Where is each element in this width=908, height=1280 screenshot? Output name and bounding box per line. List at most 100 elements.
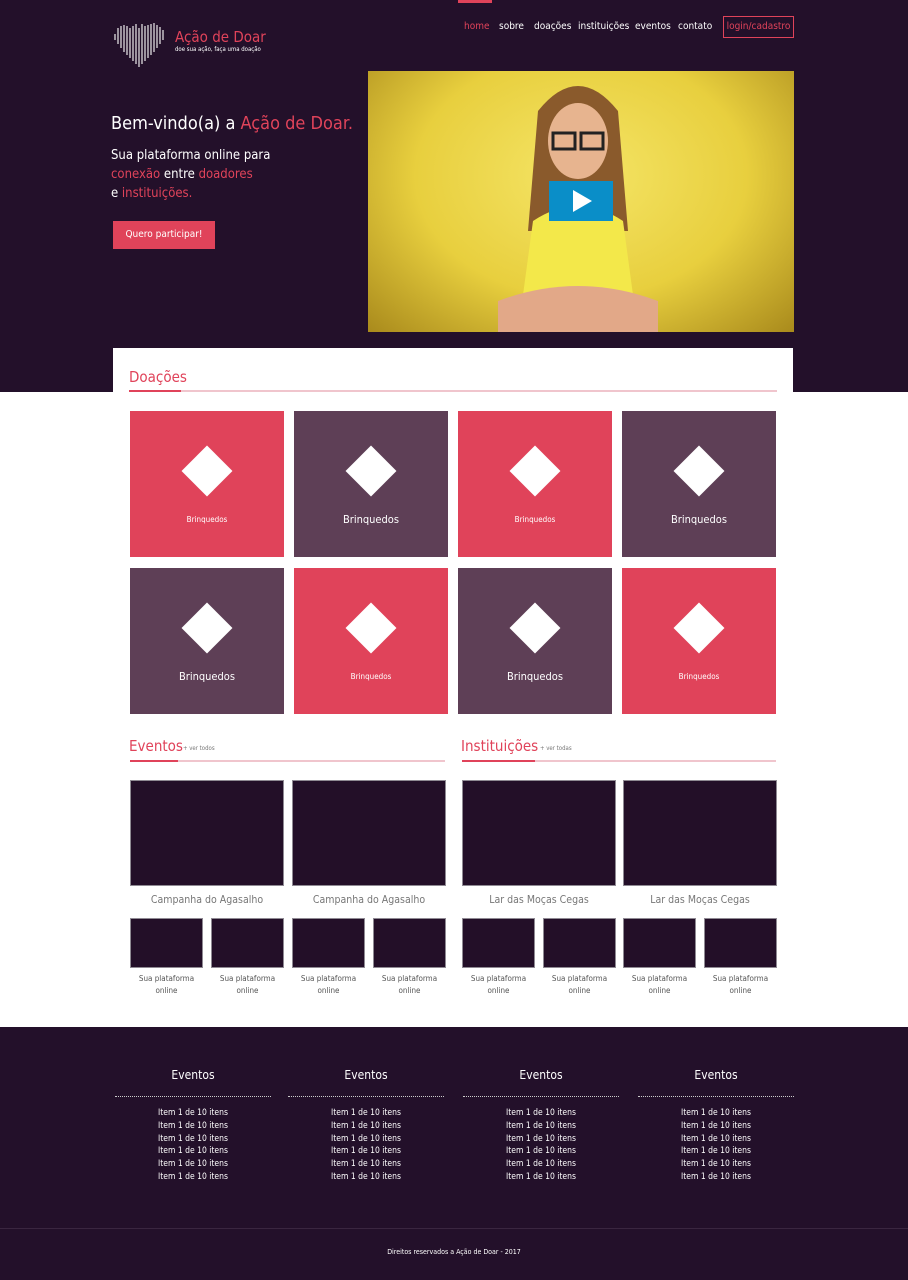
footer-dotted-divider	[638, 1096, 794, 1097]
footer-link[interactable]: Item 1 de 10 itens	[288, 1145, 444, 1158]
instituicoes-thumb-caption[interactable]: Sua plataforma online	[617, 973, 702, 997]
donation-tile[interactable]: Brinquedos	[294, 568, 448, 714]
participate-button[interactable]: Quero participar!	[113, 221, 215, 249]
footer-dotted-divider	[115, 1096, 271, 1097]
footer-dotted-divider	[463, 1096, 619, 1097]
divider-accent	[462, 760, 535, 762]
diamond-icon	[673, 602, 725, 654]
eventos-featured-image[interactable]	[130, 780, 284, 886]
nav-active-indicator	[458, 0, 492, 3]
eventos-thumb-caption[interactable]: Sua plataforma online	[286, 973, 371, 997]
diamond-icon	[673, 445, 725, 497]
footer-column: Eventos Item 1 de 10 itens Item 1 de 10 it…	[115, 1068, 271, 1184]
eventos-thumb-image[interactable]	[211, 918, 284, 968]
footer-link[interactable]: Item 1 de 10 itens	[638, 1107, 794, 1120]
eventos-thumb-image[interactable]	[292, 918, 365, 968]
instituicoes-thumb-image[interactable]	[462, 918, 535, 968]
instituicoes-title: Instituições	[461, 737, 539, 755]
eventos-thumb-caption[interactable]: Sua plataforma online	[205, 973, 290, 997]
donation-tile[interactable]: Brinquedos	[622, 411, 776, 557]
instituicoes-featured-image[interactable]	[462, 780, 616, 886]
donation-tile[interactable]: Brinquedos	[294, 411, 448, 557]
nav-sobre[interactable]: sobre	[499, 21, 524, 32]
footer-link[interactable]: Item 1 de 10 itens	[288, 1133, 444, 1146]
tile-label: Brinquedos	[670, 513, 728, 526]
footer-column: Eventos Item 1 de 10 itens Item 1 de 10 it…	[638, 1068, 794, 1184]
footer-link[interactable]: Item 1 de 10 itens	[463, 1133, 619, 1146]
donation-tile[interactable]: Brinquedos	[130, 568, 284, 714]
donation-tile[interactable]: Brinquedos	[458, 568, 612, 714]
footer-link[interactable]: Item 1 de 10 itens	[463, 1158, 619, 1171]
hero-title: Bem-vindo(a) a Ação de Doar.	[111, 113, 353, 134]
donation-tile[interactable]: Brinquedos	[130, 411, 284, 557]
diamond-icon	[345, 445, 397, 497]
footer-link[interactable]: Item 1 de 10 itens	[288, 1107, 444, 1120]
diamond-icon	[181, 445, 233, 497]
footer-link[interactable]: Item 1 de 10 itens	[288, 1158, 444, 1171]
footer-link[interactable]: Item 1 de 10 itens	[115, 1133, 271, 1146]
divider-accent	[129, 390, 181, 392]
footer-link[interactable]: Item 1 de 10 itens	[638, 1158, 794, 1171]
instituicoes-thumb-image[interactable]	[704, 918, 777, 968]
instituicoes-thumb-caption[interactable]: Sua plataforma online	[698, 973, 783, 997]
nav-contato[interactable]: contato	[678, 21, 712, 32]
instituicoes-featured-caption[interactable]: Lar das Moças Cegas	[462, 894, 616, 906]
nav-instituicoes[interactable]: instituições	[578, 21, 629, 32]
footer-link[interactable]: Item 1 de 10 itens	[115, 1107, 271, 1120]
footer-link[interactable]: Item 1 de 10 itens	[638, 1120, 794, 1133]
footer-link[interactable]: Item 1 de 10 itens	[115, 1145, 271, 1158]
footer-link[interactable]: Item 1 de 10 itens	[115, 1120, 271, 1133]
eventos-see-all-link[interactable]: + ver todos	[183, 745, 215, 752]
nav-doacoes[interactable]: doações	[534, 21, 571, 32]
footer-dotted-divider	[288, 1096, 444, 1097]
eventos-thumb-image[interactable]	[373, 918, 446, 968]
hero-line-1: Sua plataforma online para	[111, 148, 271, 163]
login-button[interactable]: login/cadastro	[723, 16, 794, 38]
instituicoes-thumb-caption[interactable]: Sua plataforma online	[456, 973, 541, 997]
tile-label: Brinquedos	[186, 515, 228, 524]
footer-link[interactable]: Item 1 de 10 itens	[115, 1158, 271, 1171]
footer-link[interactable]: Item 1 de 10 itens	[463, 1145, 619, 1158]
eventos-title: Eventos	[129, 737, 183, 755]
footer-link[interactable]: Item 1 de 10 itens	[463, 1171, 619, 1184]
brand-name[interactable]: Ação de Doar	[175, 28, 266, 46]
instituicoes-thumb-image[interactable]	[543, 918, 616, 968]
diamond-icon	[509, 445, 561, 497]
nav-eventos[interactable]: eventos	[635, 21, 671, 32]
tile-label: Brinquedos	[514, 515, 556, 524]
instituicoes-featured-image[interactable]	[623, 780, 777, 886]
footer-column-title: Eventos	[519, 1068, 563, 1082]
donation-tile[interactable]: Brinquedos	[458, 411, 612, 557]
play-button[interactable]	[549, 181, 613, 221]
hero-line-2: conexão entre doadores	[111, 165, 270, 184]
eventos-featured-caption[interactable]: Campanha do Agasalho	[130, 894, 284, 906]
eventos-featured-caption[interactable]: Campanha do Agasalho	[292, 894, 446, 906]
tile-label: Brinquedos	[178, 670, 236, 683]
divider	[129, 390, 777, 392]
footer-link[interactable]: Item 1 de 10 itens	[638, 1145, 794, 1158]
eventos-thumb-caption[interactable]: Sua plataforma online	[367, 973, 452, 997]
instituicoes-featured-caption[interactable]: Lar das Moças Cegas	[623, 894, 777, 906]
eventos-featured-image[interactable]	[292, 780, 446, 886]
hero-line-3: e instituições.	[111, 184, 270, 203]
nav-home[interactable]: home	[464, 21, 490, 32]
footer-link[interactable]: Item 1 de 10 itens	[463, 1107, 619, 1120]
heart-logo-icon[interactable]	[113, 20, 167, 68]
hero-title-prefix: Bem-vindo(a) a	[111, 113, 241, 134]
eventos-thumb-caption[interactable]: Sua plataforma online	[124, 973, 209, 997]
instituicoes-thumb-caption[interactable]: Sua plataforma online	[537, 973, 622, 997]
doacoes-title: Doações	[129, 368, 187, 386]
footer-link[interactable]: Item 1 de 10 itens	[463, 1120, 619, 1133]
video-player[interactable]	[368, 71, 794, 332]
instituicoes-thumb-image[interactable]	[623, 918, 696, 968]
donation-tile[interactable]: Brinquedos	[622, 568, 776, 714]
hero-title-accent: Ação de Doar.	[240, 113, 353, 134]
footer-link[interactable]: Item 1 de 10 itens	[288, 1120, 444, 1133]
eventos-thumb-image[interactable]	[130, 918, 203, 968]
footer-link[interactable]: Item 1 de 10 itens	[638, 1133, 794, 1146]
footer-link[interactable]: Item 1 de 10 itens	[288, 1171, 444, 1184]
footer-link[interactable]: Item 1 de 10 itens	[638, 1171, 794, 1184]
instituicoes-see-all-link[interactable]: + ver todas	[540, 745, 572, 752]
footer-link[interactable]: Item 1 de 10 itens	[115, 1171, 271, 1184]
hero-text: e	[111, 186, 122, 201]
